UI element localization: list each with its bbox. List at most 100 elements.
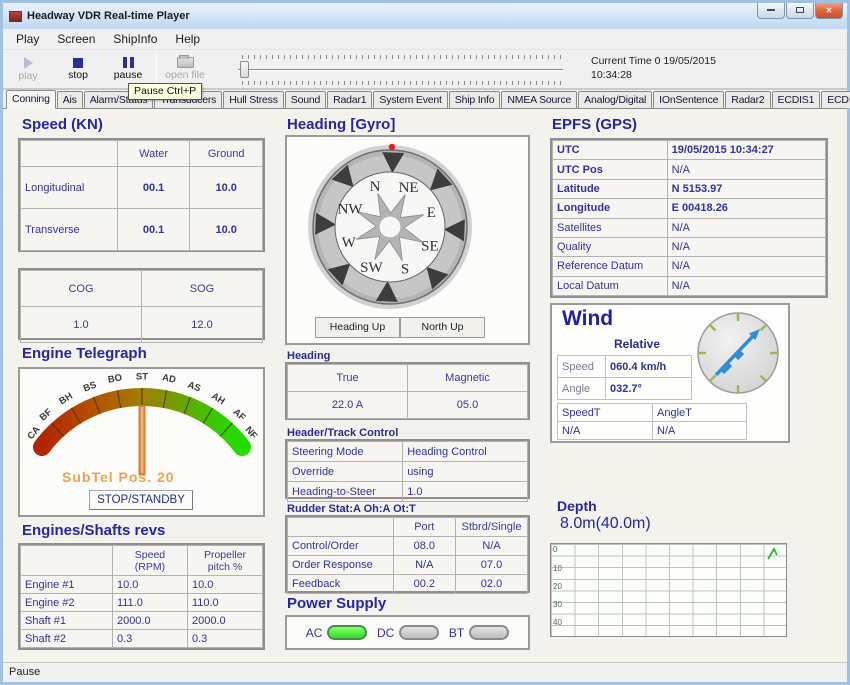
conning-page: Speed (KN) Water Ground Longitudinal 00.… <box>3 109 847 662</box>
slider-track[interactable] <box>238 69 563 71</box>
heading-section-title: Heading <box>287 350 330 362</box>
current-time-line1: Current Time 0 19/05/2015 <box>591 54 716 68</box>
rudder-section-title: Rudder Stat:A Oh:A Ot:T <box>287 503 416 515</box>
stop-button[interactable]: stop <box>53 51 103 87</box>
wind-angle-label: Angle <box>558 378 606 400</box>
play-icon <box>24 57 33 69</box>
close-button[interactable]: ✕ <box>815 3 843 19</box>
heading-marker-dot <box>389 144 395 150</box>
playback-slider-thumb[interactable] <box>240 61 249 78</box>
tab-ais[interactable]: Ais <box>57 91 83 108</box>
wind-speedt-value: N/A <box>558 422 653 440</box>
rudder-col-stbd: Stbrd/Single <box>455 518 527 537</box>
playback-slider[interactable] <box>238 54 563 86</box>
table-row: Control/Order 08.0 N/A <box>288 537 528 556</box>
power-indicator-dc: DC <box>377 625 439 640</box>
tab-nmea-source[interactable]: NMEA Source <box>501 91 577 108</box>
table-row: UTC Pos N/A <box>553 160 826 179</box>
tab-sound[interactable]: Sound <box>285 91 326 108</box>
speed-col-water: Water <box>117 141 190 167</box>
table-row: Local Datum N/A <box>553 276 826 295</box>
compass-point: NE <box>399 180 419 196</box>
north-up-button[interactable]: North Up <box>400 317 485 338</box>
epfs-table: UTC 19/05/2015 10:34:27 UTC Pos N/A Lati… <box>550 138 828 298</box>
compass-point: W <box>342 235 357 251</box>
engines-table: Speed (RPM) Propeller pitch % Engine #1 … <box>18 543 265 650</box>
tab-ionsentence[interactable]: IOnSentence <box>653 91 724 108</box>
heading-up-button[interactable]: Heading Up <box>315 317 400 338</box>
sog-label: SOG <box>142 271 263 307</box>
compass-point: SW <box>360 260 383 276</box>
table-row: Speed 060.4 km/h <box>558 356 692 378</box>
maximize-button[interactable] <box>786 3 814 19</box>
tab-radar1[interactable]: Radar1 <box>327 91 372 108</box>
depth-axis-label: 0 <box>553 545 557 554</box>
dc-status-lamp <box>399 625 439 640</box>
stop-standby-button[interactable]: STOP/STANDBY <box>89 490 193 510</box>
speed-table: Water Ground Longitudinal 00.1 10.0 Tran… <box>18 138 265 252</box>
compass-point: N <box>370 179 381 195</box>
table-row: Shaft #1 2000.0 2000.0 <box>21 612 263 630</box>
depth-chart: 0 10 20 30 40 <box>550 543 787 637</box>
table-row: Feedback 00.2 02.0 <box>288 575 528 594</box>
table-row: Engine #1 10.0 10.0 <box>21 576 263 594</box>
table-row: Quality N/A <box>553 237 826 256</box>
table-row: Transverse 00.1 10.0 <box>21 209 263 251</box>
table-row: 1.0 12.0 <box>21 307 263 343</box>
play-button[interactable]: play <box>3 51 53 87</box>
depth-axis-label: 40 <box>553 618 562 627</box>
power-indicator-bt: BT <box>449 625 509 640</box>
open-file-icon <box>177 57 194 68</box>
table-row: Angle 032.7° <box>558 378 692 400</box>
tab-ship-info[interactable]: Ship Info <box>449 91 501 108</box>
depth-title: Depth <box>557 498 597 514</box>
wind-dial <box>694 309 782 397</box>
menu-bar: Play Screen ShipInfo Help <box>3 29 847 50</box>
tab-ecdis2[interactable]: ECDIS2 <box>821 91 850 108</box>
stop-icon <box>73 58 83 68</box>
open-file-button[interactable]: open file <box>160 51 210 87</box>
app-icon <box>9 11 22 22</box>
telegraph-scale-label: ST <box>136 372 148 383</box>
slider-ticks-top <box>242 55 561 59</box>
tab-radar2[interactable]: Radar2 <box>725 91 770 108</box>
table-row: Latitude N 5153.97 <box>553 179 826 198</box>
tab-conning[interactable]: Conning <box>6 90 56 109</box>
table-row: Override using <box>288 462 528 482</box>
table-row: Shaft #2 0.3 0.3 <box>21 630 263 648</box>
tab-system-event[interactable]: System Event <box>373 91 447 108</box>
compass-point: S <box>401 261 409 277</box>
rudder-table: Port Stbrd/Single Control/Order 08.0 N/A… <box>285 515 530 593</box>
depth-axis-label: 30 <box>553 600 562 609</box>
menu-shipinfo[interactable]: ShipInfo <box>104 30 166 48</box>
table-row: Satellites N/A <box>553 218 826 237</box>
tab-analog-digital[interactable]: Analog/Digital <box>578 91 652 108</box>
table-row: Steering Mode Heading Control <box>288 442 528 462</box>
subtel-position: SubTel Pos. 20 <box>62 469 175 485</box>
wind-relative-table: Speed 060.4 km/h Angle 032.7° <box>557 355 692 400</box>
wind-subtitle: Relative <box>614 337 660 351</box>
engines-col-pitch: Propeller pitch % <box>187 546 262 576</box>
compass-point: SE <box>421 239 439 255</box>
table-row: Longitude E 00418.26 <box>553 199 826 218</box>
compass-point: NW <box>338 201 364 217</box>
minimize-button[interactable] <box>757 3 785 19</box>
engines-col-speed: Speed (RPM) <box>112 546 187 576</box>
speed-col-ground: Ground <box>190 141 263 167</box>
pause-button[interactable]: pause <box>103 51 153 87</box>
menu-play[interactable]: Play <box>7 30 48 48</box>
telegraph-title: Engine Telegraph <box>22 345 147 362</box>
power-indicator-ac: AC <box>306 625 368 640</box>
status-bar: Pause <box>3 662 847 682</box>
table-row: 22.0 A 05.0 <box>288 392 528 419</box>
cog-label: COG <box>21 271 142 307</box>
pause-tooltip: Pause Ctrl+P <box>128 83 202 100</box>
tab-hull-stress[interactable]: Hull Stress <box>223 91 284 108</box>
wind-true-table: SpeedT AngleT N/A N/A <box>557 403 747 440</box>
menu-help[interactable]: Help <box>166 30 209 48</box>
table-row: UTC 19/05/2015 10:34:27 <box>553 141 826 160</box>
tab-ecdis1[interactable]: ECDIS1 <box>772 91 821 108</box>
table-row: Longitudinal 00.1 10.0 <box>21 167 263 209</box>
heading-col-true: True <box>288 365 408 392</box>
menu-screen[interactable]: Screen <box>48 30 104 48</box>
